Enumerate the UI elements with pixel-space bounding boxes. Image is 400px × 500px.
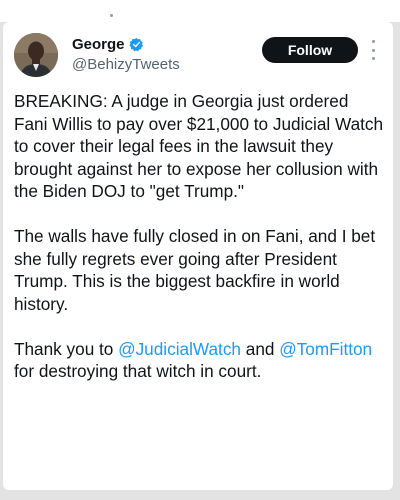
mention-tomfitton-link[interactable]: @TomFitton: [279, 339, 372, 359]
closing-text: for destroying that witch in court.: [14, 361, 262, 381]
tweet-paragraph-2: The walls have fully closed in on Fani, …: [14, 226, 376, 314]
tweet-text: BREAKING: A judge in Georgia just ordere…: [14, 90, 386, 405]
avatar-image: [14, 33, 58, 77]
screenshot-frame: George @BehizyTweets Follow BREAKING: A …: [0, 0, 400, 500]
and-text: and: [240, 338, 280, 359]
thanks-text: Thank you to: [14, 338, 119, 359]
more-vertical-icon[interactable]: [370, 40, 376, 60]
tweet-paragraph-1: BREAKING: A judge in Georgia just ordere…: [14, 91, 384, 201]
more-dot: [371, 57, 375, 60]
tweet-paragraph-3: Thank you to @JudicialWatch and @TomFitt…: [14, 338, 386, 383]
separator-dot: [110, 14, 113, 17]
more-dot: [371, 48, 375, 52]
author-display-name[interactable]: George: [72, 36, 125, 53]
author-handle[interactable]: @BehizyTweets: [72, 56, 180, 73]
author-name-row: George: [72, 36, 144, 53]
avatar[interactable]: [14, 33, 58, 77]
follow-button[interactable]: Follow: [262, 37, 358, 63]
verified-badge-icon: [128, 37, 144, 52]
top-strip: [0, 0, 400, 22]
mention-judicialwatch-link[interactable]: @JudicialWatch: [118, 339, 241, 359]
more-dot: [371, 40, 375, 43]
